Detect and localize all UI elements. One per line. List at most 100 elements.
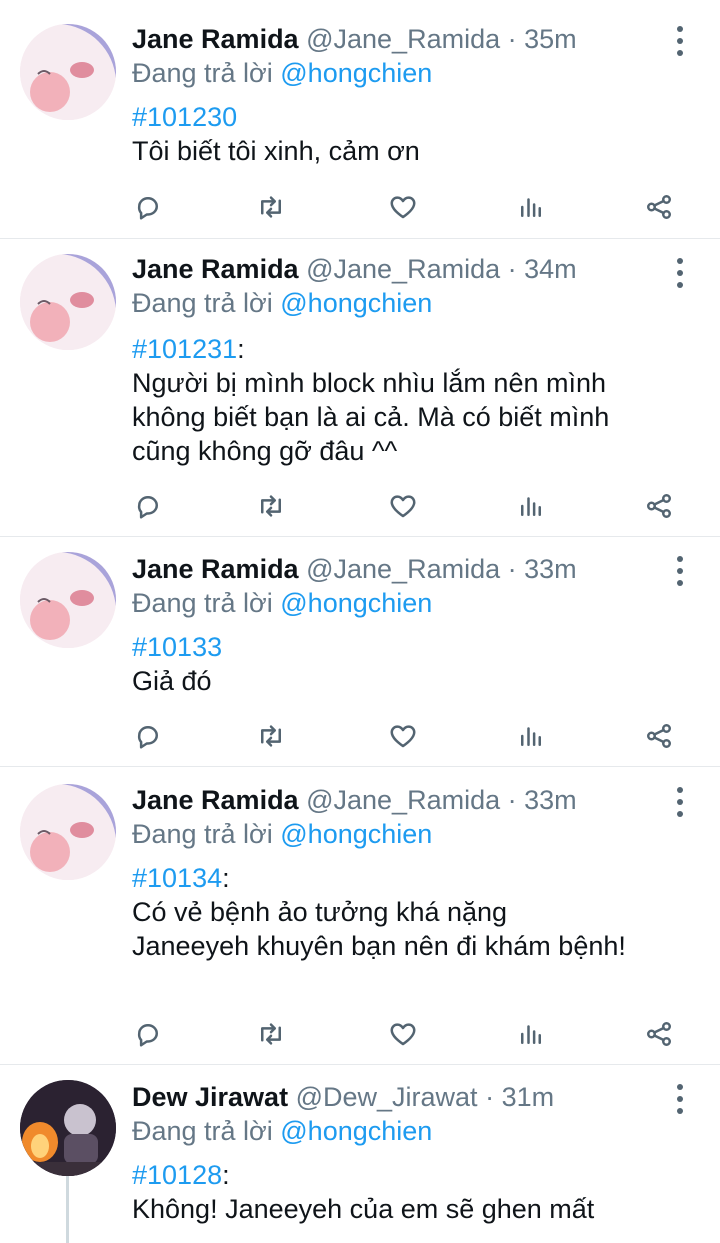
timestamp[interactable]: 34m [524,254,577,284]
retweet-icon[interactable] [253,189,289,225]
analytics-icon[interactable] [513,718,549,754]
retweet-icon[interactable] [253,1016,289,1052]
author-handle[interactable]: @Jane_Ramida [306,24,500,54]
more-vertical-icon[interactable] [670,556,690,586]
mention-link[interactable]: @hongchien [280,588,432,618]
thread-connector [66,1176,69,1243]
retweet-icon[interactable] [253,718,289,754]
share-icon[interactable] [641,488,677,524]
text-line: cũng không gỡ đâu ^^ [132,436,398,466]
reply-icon[interactable] [130,718,166,754]
hashtag-suffix: : [222,1160,230,1190]
avatar-image [20,24,116,120]
author-name[interactable]: Jane Ramida [132,554,299,584]
heart-icon[interactable] [385,189,421,225]
avatar[interactable] [20,1080,116,1176]
more-vertical-icon[interactable] [670,258,690,288]
hashtag-link[interactable]: #10133 [132,632,222,662]
hashtag-suffix: : [237,334,245,364]
avatar-image [20,784,116,880]
tweet-text: #101231: Người bị mình block nhìu lắm nê… [132,332,692,468]
replying-to: Đang trả lời @hongchien [132,286,432,320]
author-name[interactable]: Dew Jirawat [132,1082,288,1112]
tweet-header: Jane Ramida @Jane_Ramida · 33m [132,783,577,817]
avatar-image [20,254,116,350]
author-name[interactable]: Jane Ramida [132,24,299,54]
tweet[interactable]: Dew Jirawat @Dew_Jirawat · 31m Đang trả … [0,1064,720,1243]
tweet-text: #101230 Tôi biết tôi xinh, cảm ơn [132,100,692,168]
avatar-image [20,552,116,648]
tweet-actions [132,488,680,528]
share-icon[interactable] [641,718,677,754]
tweet[interactable]: Jane Ramida @Jane_Ramida · 34m Đang trả … [0,238,720,537]
tweet[interactable]: Jane Ramida @Jane_Ramida · 35m Đang trả … [0,0,720,239]
hashtag-link[interactable]: #10128 [132,1160,222,1190]
heart-icon[interactable] [385,718,421,754]
avatar[interactable] [20,552,116,648]
reply-prefix: Đang trả lời [132,58,281,88]
replying-to: Đang trả lời @hongchien [132,817,432,851]
tweet[interactable]: Jane Ramida @Jane_Ramida · 33m Đang trả … [0,536,720,767]
reply-icon[interactable] [130,488,166,524]
reply-prefix: Đang trả lời [132,288,281,318]
avatar[interactable] [20,24,116,120]
reply-prefix: Đang trả lời [132,819,281,849]
reply-prefix: Đang trả lời [132,588,281,618]
avatar[interactable] [20,784,116,880]
timestamp[interactable]: 35m [524,24,577,54]
author-handle[interactable]: @Jane_Ramida [306,254,500,284]
retweet-icon[interactable] [253,488,289,524]
share-icon[interactable] [641,189,677,225]
analytics-icon[interactable] [513,488,549,524]
analytics-icon[interactable] [513,1016,549,1052]
tweet-header: Dew Jirawat @Dew_Jirawat · 31m [132,1080,554,1114]
author-handle[interactable]: @Dew_Jirawat [296,1082,478,1112]
tweet-actions [132,189,680,229]
more-vertical-icon[interactable] [670,26,690,56]
hashtag-suffix: : [222,863,230,893]
mention-link[interactable]: @hongchien [280,1116,432,1146]
text-line: Không! Janeeyeh của em sẽ ghen mất [132,1194,595,1224]
text-line: Có vẻ bệnh ảo tưởng khá nặng [132,897,508,927]
heart-icon[interactable] [385,488,421,524]
text-line: Janeeyeh khuyên bạn nên đi khám bệnh! [132,931,626,961]
more-vertical-icon[interactable] [670,787,690,817]
separator: · [507,554,517,584]
text-line: Người bị mình block nhìu lắm nên mình [132,368,607,398]
replying-to: Đang trả lời @hongchien [132,1114,432,1148]
avatar-image [20,1080,116,1176]
share-icon[interactable] [641,1016,677,1052]
mention-link[interactable]: @hongchien [280,58,432,88]
timestamp[interactable]: 31m [502,1082,555,1112]
reply-icon[interactable] [130,189,166,225]
replying-to: Đang trả lời @hongchien [132,586,432,620]
tweet-header: Jane Ramida @Jane_Ramida · 33m [132,552,577,586]
mention-link[interactable]: @hongchien [280,819,432,849]
timestamp[interactable]: 33m [524,785,577,815]
hashtag-link[interactable]: #10134 [132,863,222,893]
tweet-header: Jane Ramida @Jane_Ramida · 35m [132,22,577,56]
author-name[interactable]: Jane Ramida [132,254,299,284]
author-handle[interactable]: @Jane_Ramida [306,554,500,584]
tweet-actions [132,718,680,758]
author-handle[interactable]: @Jane_Ramida [306,785,500,815]
more-vertical-icon[interactable] [670,1084,690,1114]
reply-prefix: Đang trả lời [132,1116,281,1146]
timestamp[interactable]: 33m [524,554,577,584]
author-name[interactable]: Jane Ramida [132,785,299,815]
text-line: không biết bạn là ai cả. Mà có biết mình [132,402,610,432]
analytics-icon[interactable] [513,189,549,225]
separator: · [507,24,517,54]
reply-icon[interactable] [130,1016,166,1052]
hashtag-link[interactable]: #101231 [132,334,237,364]
separator: · [507,254,517,284]
avatar[interactable] [20,254,116,350]
tweet-header: Jane Ramida @Jane_Ramida · 34m [132,252,577,286]
heart-icon[interactable] [385,1016,421,1052]
tweet[interactable]: Jane Ramida @Jane_Ramida · 33m Đang trả … [0,766,720,1065]
separator: · [485,1082,495,1112]
tweet-actions [132,1016,680,1056]
mention-link[interactable]: @hongchien [280,288,432,318]
hashtag-link[interactable]: #101230 [132,102,237,132]
tweet-text: #10133 Giả đó [132,630,692,698]
